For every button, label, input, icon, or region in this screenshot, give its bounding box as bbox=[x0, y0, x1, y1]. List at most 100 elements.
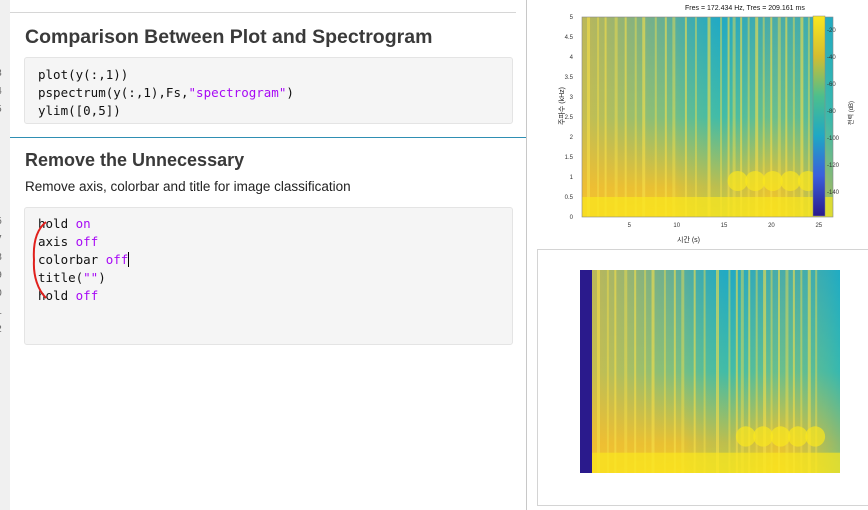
plot-title: Fres = 172.434 Hz, Tres = 209.161 ms bbox=[685, 5, 805, 12]
energy-blob bbox=[753, 426, 774, 447]
spectral-band bbox=[606, 270, 609, 473]
line-number: 8 bbox=[0, 252, 10, 263]
spectral-band bbox=[614, 270, 617, 473]
y-tick-label: 3.5 bbox=[565, 75, 574, 81]
colorbar-tick-label: -140 bbox=[827, 190, 840, 196]
y-tick-label: 0 bbox=[570, 215, 574, 221]
code-line[interactable]: hold on bbox=[38, 216, 91, 231]
x-tick-label: 5 bbox=[628, 223, 632, 229]
spectral-band bbox=[634, 17, 637, 217]
spectral-band bbox=[663, 270, 666, 473]
spectral-band bbox=[614, 17, 618, 217]
colorbar-tick-label: -80 bbox=[827, 109, 836, 115]
text-cursor bbox=[128, 252, 130, 267]
line-number-gutter: 3 4 5 6 7 8 9 0 1 2 bbox=[0, 0, 10, 510]
spectral-band bbox=[727, 17, 730, 217]
y-tick-label: 4 bbox=[570, 55, 574, 61]
spectral-band bbox=[624, 270, 628, 473]
colorbar-tick-label: -60 bbox=[827, 82, 836, 88]
energy-blob bbox=[780, 171, 801, 191]
section-title[interactable]: Comparison Between Plot and Spectrogram bbox=[25, 26, 432, 49]
colorbar-strip bbox=[580, 270, 592, 473]
y-tick-label: 1 bbox=[570, 175, 574, 181]
energy-blob bbox=[805, 426, 826, 447]
energy-blob bbox=[727, 171, 748, 191]
line-number: 7 bbox=[0, 234, 10, 245]
section-description[interactable]: Remove axis, colorbar and title for imag… bbox=[25, 179, 351, 194]
code-line[interactable]: hold off bbox=[38, 288, 98, 303]
y-tick-label: 5 bbox=[570, 15, 574, 21]
colorbar-tick-label: -120 bbox=[827, 163, 840, 169]
colorbar-tick-label: -40 bbox=[827, 55, 836, 61]
line-number: 2 bbox=[0, 324, 10, 335]
line-number: 9 bbox=[0, 270, 10, 281]
clean-spectrogram bbox=[580, 270, 840, 473]
code-line[interactable]: title("") bbox=[38, 270, 106, 285]
code-line[interactable]: colorbar off bbox=[38, 252, 130, 267]
spectral-band bbox=[720, 17, 723, 217]
x-tick-label: 10 bbox=[673, 223, 680, 229]
y-tick-label: 0.5 bbox=[565, 195, 574, 201]
spectral-band bbox=[597, 17, 600, 217]
line-number: 6 bbox=[0, 216, 10, 227]
line-number: 0 bbox=[0, 288, 10, 299]
line-number: 5 bbox=[0, 104, 10, 115]
x-tick-label: 25 bbox=[815, 223, 822, 229]
spectral-band bbox=[735, 270, 738, 473]
low-freq-band bbox=[582, 197, 833, 217]
section-divider bbox=[10, 137, 526, 138]
spectral-band bbox=[673, 270, 676, 473]
x-axis-label: 시간 (s) bbox=[677, 235, 700, 244]
energy-blob bbox=[745, 171, 766, 191]
line-number: 4 bbox=[0, 86, 10, 97]
colorbar-tick-label: -100 bbox=[827, 136, 840, 142]
y-tick-label: 4.5 bbox=[565, 35, 574, 41]
spectrogram-figure[interactable]: Fres = 172.434 Hz, Tres = 209.161 ms 5 4.… bbox=[527, 0, 868, 245]
energy-blob bbox=[735, 426, 756, 447]
section-title[interactable]: Remove the Unnecessary bbox=[25, 150, 244, 171]
spectral-band bbox=[624, 17, 627, 217]
low-freq-band bbox=[592, 452, 840, 473]
code-block[interactable]: hold on axis off colorbar off title("") … bbox=[24, 207, 513, 345]
energy-blob bbox=[770, 426, 791, 447]
section-break bbox=[10, 0, 516, 13]
y-tick-label: 2.5 bbox=[565, 115, 574, 121]
spectral-band bbox=[587, 17, 591, 217]
code-line[interactable]: pspectrum(y(:,1),Fs,"spectrogram") bbox=[38, 85, 294, 100]
colorbar-tick-label: -20 bbox=[827, 28, 836, 34]
y-tick-label: 1.5 bbox=[565, 155, 574, 161]
energy-blob bbox=[787, 426, 808, 447]
spectral-band bbox=[694, 17, 697, 217]
spectral-band bbox=[703, 270, 706, 473]
spectral-band bbox=[681, 270, 685, 473]
y-axis-label: 주파수 (kHz) bbox=[557, 87, 566, 125]
colorbar-label: 전력 (dB) bbox=[847, 101, 855, 125]
spectral-band bbox=[654, 17, 657, 217]
spectral-band bbox=[707, 17, 711, 217]
code-line[interactable]: plot(y(:,1)) bbox=[38, 67, 128, 82]
spectral-band bbox=[664, 17, 667, 217]
spectral-band bbox=[728, 270, 731, 473]
code-line[interactable]: axis off bbox=[38, 234, 98, 249]
spectral-band bbox=[634, 270, 637, 473]
spectral-band bbox=[596, 270, 600, 473]
string-literal: "spectrogram" bbox=[188, 85, 287, 100]
line-number: 1 bbox=[0, 306, 10, 317]
spectral-band bbox=[693, 270, 696, 473]
spectral-band bbox=[604, 17, 607, 217]
spectral-band bbox=[651, 270, 655, 473]
spectral-band bbox=[642, 17, 646, 217]
spectral-band bbox=[672, 17, 676, 217]
x-tick-label: 15 bbox=[721, 223, 728, 229]
energy-blob bbox=[762, 171, 783, 191]
y-tick-label: 3 bbox=[570, 95, 574, 101]
spectral-band bbox=[644, 270, 647, 473]
code-line[interactable]: ylim([0,5]) bbox=[38, 103, 121, 118]
spectral-band bbox=[684, 17, 687, 217]
x-tick-label: 20 bbox=[768, 223, 775, 229]
spectral-band bbox=[716, 270, 719, 473]
code-block[interactable]: plot(y(:,1)) pspectrum(y(:,1),Fs,"spectr… bbox=[24, 57, 513, 124]
y-tick-label: 2 bbox=[570, 135, 574, 141]
line-number: 3 bbox=[0, 68, 10, 79]
colorbar bbox=[812, 15, 826, 217]
